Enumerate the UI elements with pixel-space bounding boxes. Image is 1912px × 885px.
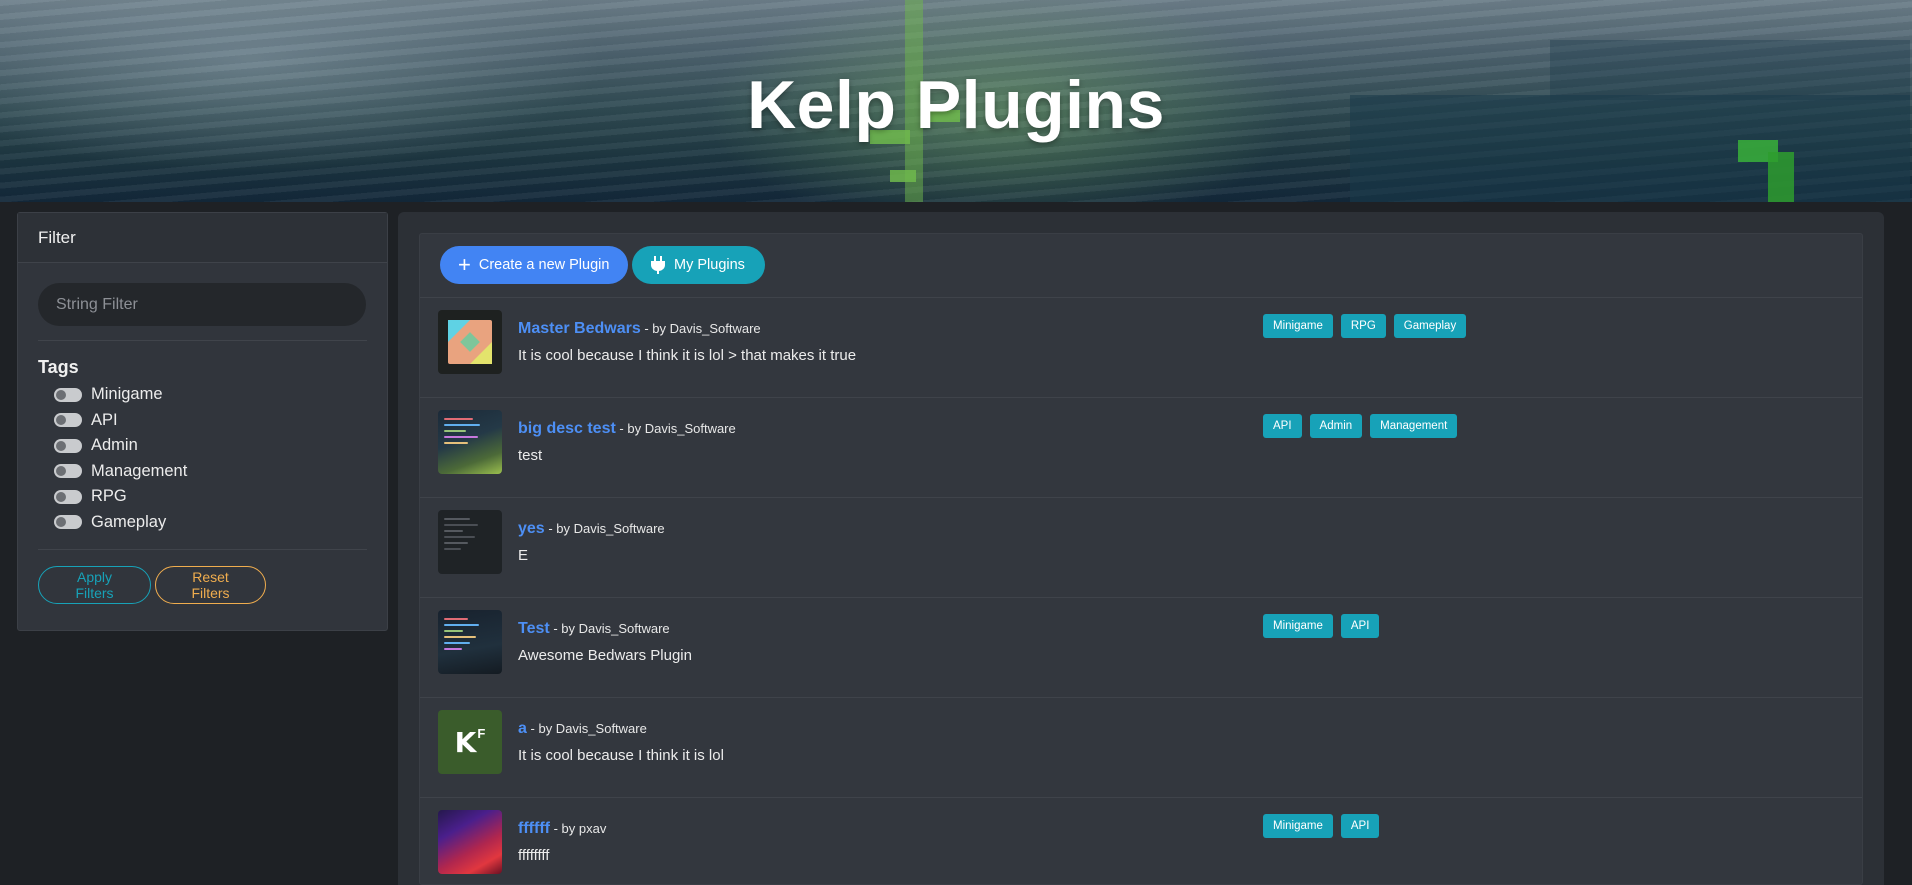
tag-badge[interactable]: API — [1340, 814, 1380, 838]
tag-toggle-label: RPG — [91, 487, 127, 506]
plugin-thumbnail[interactable] — [438, 510, 502, 574]
tag-toggle-row[interactable]: RPG — [38, 484, 367, 510]
plugin-description: ffffffff — [518, 847, 550, 864]
plugin-tags: Minigame RPG Gameplay — [1263, 314, 1467, 338]
plugin-tags: Minigame API — [1263, 614, 1380, 638]
plugin-row: Test - by Davis_Software Awesome Bedwars… — [420, 598, 1862, 698]
plugin-author: - by pxav — [549, 821, 607, 836]
page-title: Kelp Plugins — [747, 67, 1165, 143]
plugin-name-link[interactable]: a — [518, 720, 527, 737]
plugin-description: E — [518, 547, 529, 564]
kf-logo-letter: K — [454, 725, 477, 759]
toolbar: + Create a new Plugin My Plugins — [420, 234, 1862, 298]
plugin-name-link[interactable]: yes — [518, 520, 545, 537]
plugin-description: It is cool because I think it is lol — [518, 747, 724, 764]
toggle-switch[interactable] — [54, 464, 82, 479]
tag-badge[interactable]: Management — [1370, 414, 1458, 438]
toggle-switch[interactable] — [54, 489, 82, 504]
plugin-thumbnail[interactable] — [438, 810, 502, 874]
string-filter-input[interactable] — [38, 283, 366, 326]
plugin-tags: API Admin Management — [1263, 414, 1458, 438]
plugin-author: - by Davis_Software — [640, 321, 761, 336]
tag-toggle-row[interactable]: Management — [38, 459, 367, 485]
my-plugins-label: My Plugins — [674, 257, 745, 273]
plugin-list-card: + Create a new Plugin My Plugins Master … — [419, 233, 1863, 885]
toggle-switch[interactable] — [54, 387, 82, 402]
plugin-description: Awesome Bedwars Plugin — [518, 647, 692, 664]
tag-badge[interactable]: Minigame — [1263, 314, 1333, 338]
toggle-switch[interactable] — [54, 438, 82, 453]
plugin-name-link[interactable]: Master Bedwars — [518, 320, 641, 337]
hero-banner: Kelp Plugins — [0, 0, 1912, 202]
tag-toggle-row[interactable]: API — [38, 408, 367, 434]
plugin-row: KF a - by Davis_Software It is cool beca… — [420, 698, 1862, 798]
plug-icon — [650, 256, 666, 274]
plugin-description: It is cool because I think it is lol > t… — [518, 347, 857, 364]
plugin-author: - by Davis_Software — [526, 721, 647, 736]
tag-toggle-row[interactable]: Minigame — [38, 382, 367, 408]
plugin-row: big desc test - by Davis_Software test A… — [420, 398, 1862, 498]
plugin-author: - by Davis_Software — [544, 521, 665, 536]
kelp-strand — [1768, 152, 1794, 202]
divider — [38, 340, 367, 341]
main-panel: + Create a new Plugin My Plugins Master … — [398, 212, 1884, 885]
plugin-row: ffffff - by pxav ffffffff Minigame API — [420, 798, 1862, 884]
tag-toggle-label: Management — [91, 461, 188, 480]
plugin-thumbnail[interactable] — [438, 610, 502, 674]
plugin-name-link[interactable]: ffffff — [518, 820, 550, 837]
plus-icon: + — [458, 252, 471, 277]
create-plugin-label: Create a new Plugin — [478, 257, 610, 273]
plugin-tags: Minigame API — [1263, 814, 1380, 838]
plugin-thumbnail[interactable]: KF — [438, 710, 502, 774]
my-plugins-button[interactable]: My Plugins — [632, 246, 765, 284]
plugin-author: - by Davis_Software — [549, 621, 670, 636]
filter-title: Filter — [18, 213, 387, 263]
plugin-thumbnail[interactable] — [438, 410, 502, 474]
apply-filters-button[interactable]: Apply Filters — [38, 566, 151, 604]
plugin-author: - by Davis_Software — [615, 421, 736, 436]
tag-toggle-list: Minigame API Admin Management RPG Gamepl… — [38, 382, 367, 535]
tag-toggle-label: Minigame — [91, 385, 163, 404]
filter-panel: Filter Tags Minigame API Admin Managemen… — [17, 212, 388, 631]
plugin-thumbnail[interactable] — [438, 310, 502, 374]
tag-badge[interactable]: Admin — [1309, 414, 1363, 438]
tag-toggle-label: API — [91, 410, 118, 429]
divider — [38, 549, 367, 550]
tag-badge[interactable]: API — [1263, 414, 1302, 438]
create-plugin-button[interactable]: + Create a new Plugin — [440, 246, 628, 284]
plugin-row: Master Bedwars - by Davis_Software It is… — [420, 298, 1862, 398]
plugin-name-link[interactable]: Test — [518, 620, 550, 637]
tag-toggle-label: Gameplay — [91, 512, 167, 531]
tag-toggle-label: Admin — [91, 436, 138, 455]
toggle-switch[interactable] — [54, 515, 82, 530]
toggle-switch[interactable] — [54, 413, 82, 428]
tag-badge[interactable]: RPG — [1340, 314, 1386, 338]
tag-toggle-row[interactable]: Admin — [38, 433, 367, 459]
tag-toggle-row[interactable]: Gameplay — [38, 510, 367, 536]
tag-badge[interactable]: API — [1340, 614, 1380, 638]
plugin-name-link[interactable]: big desc test — [518, 420, 616, 437]
kelp-strand — [890, 170, 916, 182]
plugin-description: test — [518, 447, 543, 464]
tag-badge[interactable]: Minigame — [1263, 614, 1333, 638]
kf-logo-superscript: F — [477, 725, 486, 741]
tag-badge[interactable]: Gameplay — [1393, 314, 1467, 338]
tag-badge[interactable]: Minigame — [1263, 814, 1333, 838]
reset-filters-button[interactable]: Reset Filters — [155, 566, 266, 604]
plugin-row: yes - by Davis_Software E — [420, 498, 1862, 598]
tags-heading: Tags — [38, 357, 79, 377]
